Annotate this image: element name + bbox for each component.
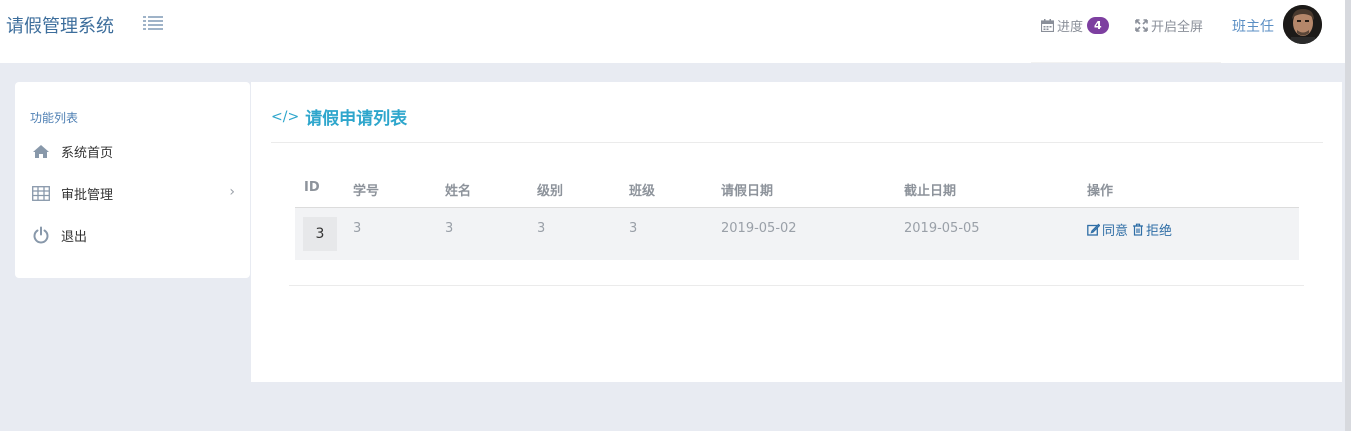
trash-icon bbox=[1132, 223, 1146, 236]
sidebar-item-approval[interactable]: 审批管理 › bbox=[30, 181, 235, 205]
row-id: 3 bbox=[303, 217, 337, 251]
main-panel: </> 请假申请列表 ID 学号 姓名 级别 班级 请假日期 截止日期 操作 3… bbox=[251, 82, 1342, 382]
user-name[interactable]: 班主任 bbox=[1232, 16, 1274, 36]
sidebar-item-logout[interactable]: 退出 bbox=[30, 223, 235, 247]
column-header-end-date: 截止日期 bbox=[904, 184, 957, 199]
sidebar-item-label: 退出 bbox=[61, 229, 88, 245]
table-header-row: ID 学号 姓名 级别 班级 请假日期 截止日期 操作 bbox=[295, 172, 1299, 208]
page-title-text: 请假申请列表 bbox=[305, 109, 408, 129]
cell-class: 3 bbox=[629, 221, 638, 236]
power-icon bbox=[30, 226, 52, 244]
sidebar: 功能列表 系统首页 审批管理 › 退出 bbox=[15, 82, 250, 278]
top-header: 请假管理系统 进度 4 开启全屏 班主任 bbox=[0, 0, 1345, 63]
progress-menu[interactable]: 进度 4 bbox=[1041, 16, 1109, 35]
column-header-name: 姓名 bbox=[445, 184, 472, 199]
expand-icon bbox=[1135, 19, 1148, 32]
cell-end-date: 2019-05-05 bbox=[904, 221, 980, 236]
agree-label: 同意 bbox=[1102, 224, 1129, 239]
column-header-student-no: 学号 bbox=[353, 184, 380, 199]
cell-level: 3 bbox=[537, 221, 546, 236]
column-header-level: 级别 bbox=[537, 184, 564, 199]
fullscreen-label: 开启全屏 bbox=[1151, 20, 1204, 35]
progress-label: 进度 bbox=[1057, 20, 1084, 35]
table-row: 3 3 3 3 3 2019-05-02 2019-05-05 同意 拒绝 bbox=[295, 208, 1299, 260]
page-title: </> 请假申请列表 bbox=[271, 104, 408, 130]
sidebar-item-label: 系统首页 bbox=[61, 145, 114, 161]
calendar-icon bbox=[1041, 19, 1054, 32]
scrollbar-track[interactable] bbox=[1345, 0, 1351, 431]
header-underline bbox=[1031, 62, 1221, 63]
avatar[interactable] bbox=[1283, 5, 1322, 44]
divider bbox=[289, 285, 1304, 286]
progress-badge: 4 bbox=[1087, 17, 1109, 34]
row-actions: 同意 拒绝 bbox=[1087, 220, 1172, 239]
cell-start-date: 2019-05-02 bbox=[721, 221, 797, 236]
brand-title[interactable]: 请假管理系统 bbox=[6, 12, 114, 38]
leave-table: ID 学号 姓名 级别 班级 请假日期 截止日期 操作 3 3 3 3 3 20… bbox=[295, 172, 1299, 260]
column-header-class: 班级 bbox=[629, 184, 656, 199]
divider bbox=[271, 142, 1323, 143]
list-icon[interactable] bbox=[143, 15, 163, 31]
agree-button[interactable]: 同意 bbox=[1087, 220, 1128, 239]
reject-label: 拒绝 bbox=[1146, 224, 1173, 239]
chevron-right-icon: › bbox=[229, 184, 235, 200]
column-header-actions: 操作 bbox=[1087, 184, 1114, 199]
cell-student-no: 3 bbox=[353, 221, 362, 236]
cell-name: 3 bbox=[445, 221, 454, 236]
fullscreen-button[interactable]: 开启全屏 bbox=[1135, 16, 1203, 35]
sidebar-title: 功能列表 bbox=[30, 111, 79, 125]
home-icon bbox=[30, 142, 52, 160]
code-icon: </> bbox=[271, 108, 300, 125]
sidebar-item-home[interactable]: 系统首页 bbox=[30, 139, 235, 163]
edit-icon bbox=[1087, 223, 1102, 236]
reject-button[interactable]: 拒绝 bbox=[1132, 220, 1172, 239]
column-header-id: ID bbox=[304, 180, 320, 195]
column-header-start-date: 请假日期 bbox=[721, 184, 774, 199]
table-icon bbox=[30, 184, 52, 202]
sidebar-item-label: 审批管理 bbox=[61, 187, 114, 203]
